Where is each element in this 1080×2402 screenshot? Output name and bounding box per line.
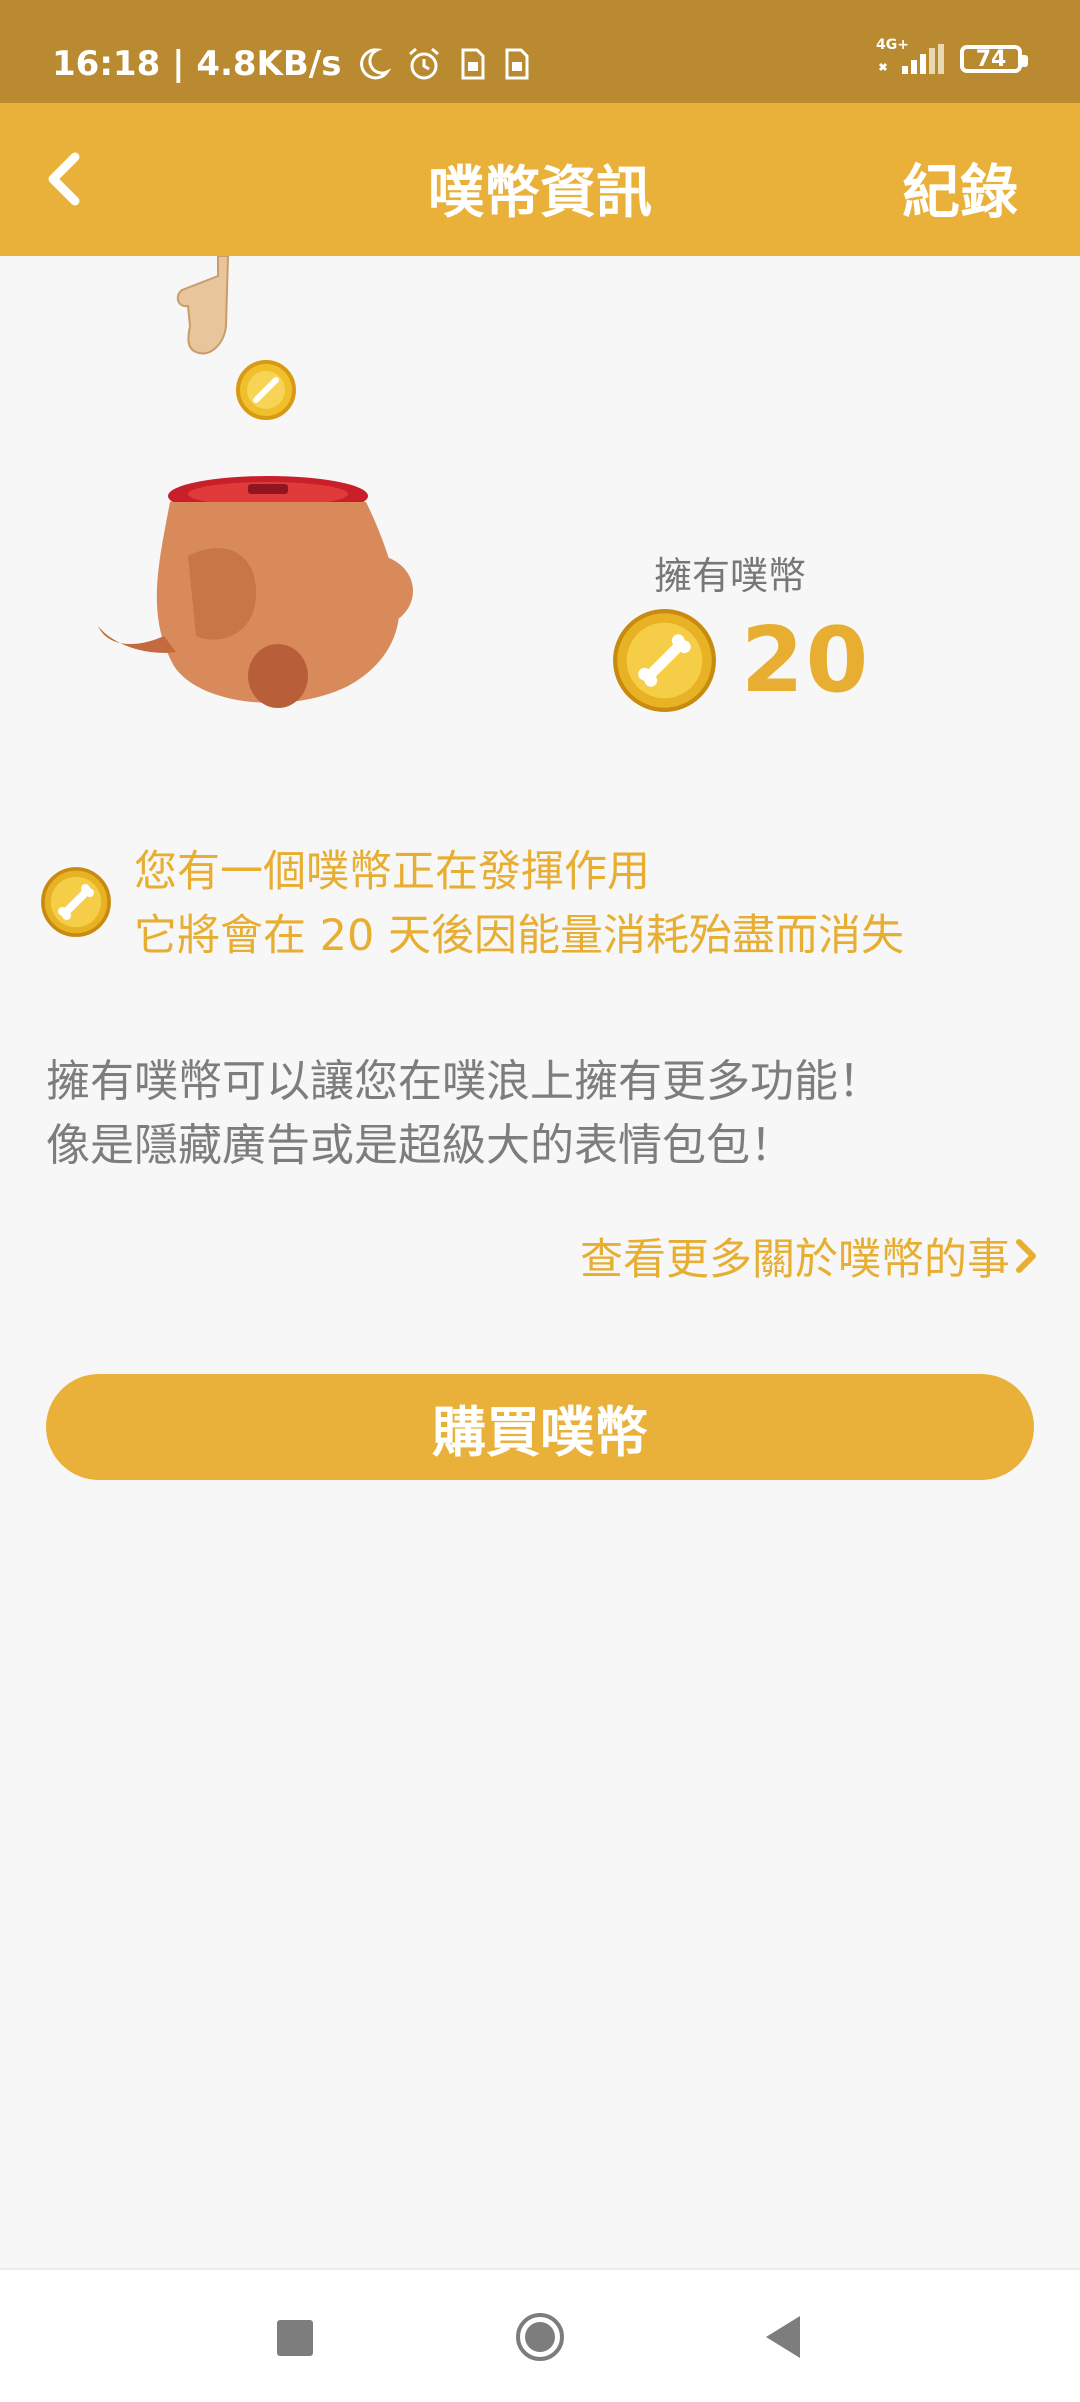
notice-text: 您有一個噗幣正在發揮作用 它將會在 20 天後因能量消耗殆盡而消失: [134, 840, 904, 968]
home-button[interactable]: [515, 2312, 565, 2362]
system-nav-bar: [0, 2268, 1080, 2402]
notice-line-2: 它將會在 20 天後因能量消耗殆盡而消失: [134, 911, 905, 961]
back-triangle-button[interactable]: [760, 2312, 804, 2362]
records-button[interactable]: 紀錄: [902, 145, 1018, 229]
balance-value: 20: [741, 608, 871, 713]
battery-icon: 74: [960, 45, 1028, 73]
status-left: 16:18 | 4.8KB/s: [52, 44, 531, 84]
learn-more-link[interactable]: 查看更多關於噗幣的事: [580, 1225, 1038, 1287]
signal-group: 4G+: [876, 38, 946, 76]
coin-icon: [613, 609, 716, 712]
active-coin-notice: 您有一個噗幣正在發揮作用 它將會在 20 天後因能量消耗殆盡而消失: [40, 840, 1050, 968]
status-right: 4G+ 74: [876, 38, 1028, 76]
signal-icon: [878, 44, 944, 74]
sim-card-icon-2: [505, 48, 529, 80]
buy-coins-label: 購買噗幣: [432, 1400, 648, 1464]
description-line-1: 擁有噗幣可以讓您在噗浪上擁有更多功能！: [46, 1056, 882, 1107]
status-time-speed: 16:18 | 4.8KB/s: [52, 44, 342, 84]
app-bar: 噗幣資訊 紀錄: [0, 103, 1080, 256]
notice-line-1: 您有一個噗幣正在發揮作用: [134, 847, 650, 897]
coin-description: 擁有噗幣可以讓您在噗浪上擁有更多功能！ 像是隱藏廣告或是超級大的表情包包！: [46, 1050, 1016, 1178]
chevron-right-icon: [1016, 1239, 1036, 1273]
recents-button[interactable]: [277, 2320, 313, 2356]
sim-card-icon: [461, 48, 485, 80]
status-icons: [355, 45, 531, 83]
coin-icon-small: [41, 867, 111, 937]
balance-row: 20: [612, 608, 870, 713]
status-bar: 16:18 | 4.8KB/s 4G+ 74: [0, 0, 1080, 103]
battery-level: 74: [975, 46, 1007, 72]
alarm-icon: [409, 47, 440, 80]
learn-more-label: 查看更多關於噗幣的事: [580, 1235, 1010, 1285]
buy-coins-button[interactable]: 購買噗幣: [46, 1374, 1034, 1480]
moon-icon: [360, 48, 392, 80]
piggy-bank-illustration: [98, 256, 413, 708]
hand-shape: [176, 256, 230, 355]
balance-label: 擁有噗幣: [654, 554, 807, 598]
description-line-2: 像是隱藏廣告或是超級大的表情包包！: [46, 1120, 794, 1171]
